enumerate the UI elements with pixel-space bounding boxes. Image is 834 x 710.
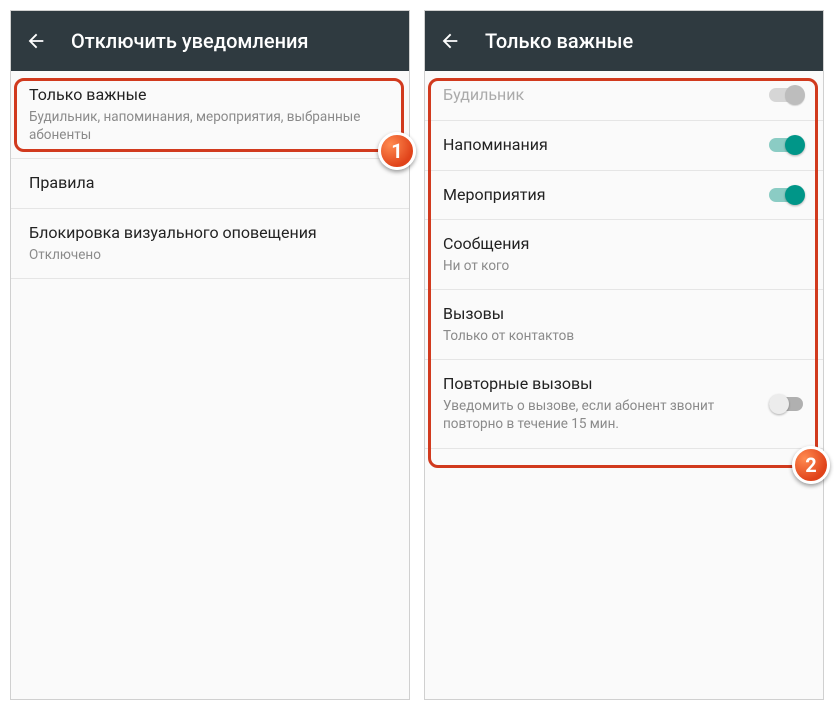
settings-list-left: Только важные Будильник, напоминания, ме… [11,71,409,279]
appbar-title: Отключить уведомления [71,29,309,53]
settings-list-right: Будильник Напоминания Мероприятия [425,71,823,449]
item-label: Блокировка визуального оповещения [29,223,381,244]
item-visual-block[interactable]: Блокировка визуального оповещения Отключ… [11,209,409,279]
switch-repeat-calls[interactable] [769,394,805,414]
item-summary: Ни от кого [443,257,795,275]
item-reminders[interactable]: Напоминания [425,121,823,171]
item-priority-only[interactable]: Только важные Будильник, напоминания, ме… [11,71,409,159]
switch-alarm [769,85,805,105]
item-alarm: Будильник [425,71,823,121]
item-events[interactable]: Мероприятия [425,171,823,221]
item-summary: Уведомить о вызове, если абонент звонит … [443,397,759,433]
phone-screen-left: Отключить уведомления Только важные Буди… [10,10,410,700]
item-label: Правила [29,173,381,194]
switch-events[interactable] [769,185,805,205]
item-repeat-calls[interactable]: Повторные вызовы Уведомить о вызове, есл… [425,360,823,448]
item-rules[interactable]: Правила [11,159,409,209]
back-arrow-icon[interactable] [25,30,47,52]
item-summary: Отключено [29,246,381,264]
item-label: Повторные вызовы [443,374,759,395]
appbar-title: Только важные [485,29,633,53]
item-messages[interactable]: Сообщения Ни от кого [425,220,823,290]
item-label: Мероприятия [443,185,759,206]
item-label: Напоминания [443,135,759,156]
item-label: Сообщения [443,234,795,255]
switch-reminders[interactable] [769,135,805,155]
phone-screen-right: Только важные Будильник Напоминания Меро… [424,10,824,700]
item-calls[interactable]: Вызовы Только от контактов [425,290,823,360]
item-label: Вызовы [443,304,795,325]
back-arrow-icon[interactable] [439,30,461,52]
item-label: Только важные [29,85,381,106]
item-summary: Только от контактов [443,327,795,345]
item-label: Будильник [443,85,759,106]
item-summary: Будильник, напоминания, мероприятия, выб… [29,108,381,144]
appbar-right: Только важные [425,11,823,71]
appbar-left: Отключить уведомления [11,11,409,71]
